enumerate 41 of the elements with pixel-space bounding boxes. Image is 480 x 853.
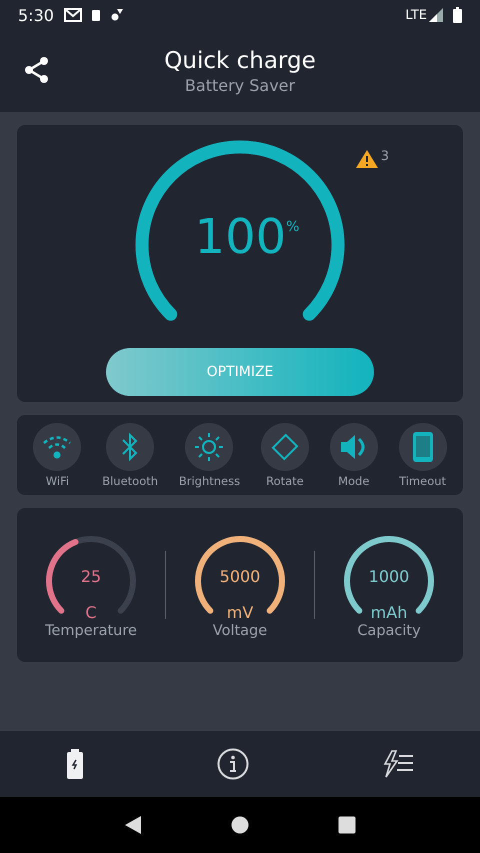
warning-count: 3 bbox=[380, 149, 389, 164]
toggle-label: Rotate bbox=[266, 474, 304, 488]
toggle-label: Mode bbox=[338, 474, 370, 488]
stat-value: 1000 bbox=[368, 567, 410, 586]
toggle-label: Bluetooth bbox=[102, 474, 158, 488]
stat-value: 25 bbox=[80, 567, 102, 586]
info-icon bbox=[216, 748, 249, 780]
stat-unit: C bbox=[84, 603, 98, 622]
wifi-icon bbox=[42, 434, 72, 460]
mail-icon bbox=[64, 8, 82, 22]
back-icon[interactable] bbox=[124, 815, 142, 835]
network-label: LTE bbox=[405, 8, 427, 22]
battery-icon bbox=[92, 9, 100, 21]
stat-unit: mV bbox=[226, 603, 254, 622]
rotate-icon bbox=[270, 432, 300, 462]
lightning-list-icon bbox=[382, 750, 414, 778]
app-title: Quick charge bbox=[164, 48, 316, 74]
stat-unit: mAh bbox=[370, 603, 408, 622]
phone-icon bbox=[412, 430, 434, 462]
recents-icon[interactable] bbox=[338, 816, 356, 834]
toggle-label: Timeout bbox=[399, 474, 446, 488]
toggle-label: Brightness bbox=[178, 474, 240, 488]
app-subtitle: Battery Saver bbox=[184, 76, 296, 94]
bluetooth-icon bbox=[121, 432, 140, 462]
stat-label: Temperature bbox=[45, 623, 137, 639]
share-icon[interactable] bbox=[24, 56, 50, 84]
battery-icon bbox=[66, 749, 84, 779]
stat-label: Capacity bbox=[357, 623, 421, 639]
warning-icon[interactable] bbox=[354, 149, 379, 169]
charge-value: 100 bbox=[194, 209, 286, 265]
stat-label: Voltage bbox=[212, 623, 268, 639]
home-icon[interactable] bbox=[230, 816, 249, 834]
sun-icon bbox=[194, 432, 224, 462]
signal-icon bbox=[429, 8, 443, 22]
status-time: 5:30 bbox=[18, 6, 54, 24]
percent-unit: % bbox=[286, 219, 300, 237]
battery-icon bbox=[453, 7, 462, 23]
toggle-label: WiFi bbox=[46, 474, 70, 488]
info-tab[interactable] bbox=[214, 746, 251, 782]
stat-value: 5000 bbox=[218, 567, 262, 586]
optimize-button[interactable]: OPTIMIZE bbox=[106, 348, 374, 396]
